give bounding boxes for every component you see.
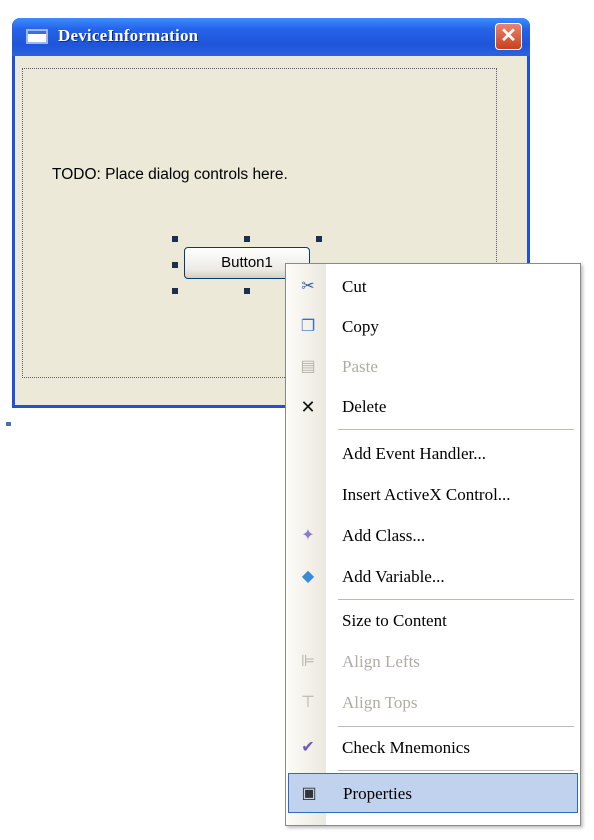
menu-separator [338,770,574,771]
align-tops-icon: ⊤ [301,694,315,711]
properties-icon: ▣ [301,785,317,802]
menu-item-label: Properties [343,784,412,803]
resize-handle-nw[interactable] [172,236,178,242]
menu-item-label: Insert ActiveX Control... [342,485,511,504]
menu-item-label: Copy [342,317,379,336]
check-mnemonics-icon: ✔ [301,739,315,756]
resize-handle-ne[interactable] [316,236,322,242]
align-lefts-icon: ⊫ [301,653,315,670]
menu-separator [338,726,574,727]
resize-handle-s[interactable] [244,288,250,294]
paste-icon: ▤ [300,358,316,375]
menu-item-add-event-handler[interactable]: Add Event Handler... [288,434,578,474]
menu-item-properties[interactable]: ▣ Properties [288,773,578,813]
copy-icon: ❐ [300,318,316,335]
window-title: DeviceInformation [58,26,199,45]
add-variable-icon: ◆ [301,568,315,585]
resize-handle-n[interactable] [244,236,250,242]
window-icon [26,29,48,44]
resize-handle-sw[interactable] [172,288,178,294]
menu-item-label: Align Lefts [342,652,420,671]
menu-item-label: Add Variable... [342,567,445,586]
guide-marker [6,422,11,426]
todo-label: TODO: Place dialog controls here. [52,166,288,183]
menu-item-size-to-content[interactable]: Size to Content [288,601,578,641]
menu-item-align-lefts: ⊫ Align Lefts [288,642,578,682]
menu-item-label: Size to Content [342,611,447,630]
scissors-icon: ✂ [301,278,315,295]
add-class-icon: ✦ [301,527,315,544]
menu-item-label: Check Mnemonics [342,738,470,757]
menu-item-add-variable[interactable]: ◆ Add Variable... [288,557,578,597]
delete-icon: ✕ [300,397,316,417]
menu-item-label: Align Tops [342,693,418,712]
menu-item-paste: ▤ Paste [288,347,578,387]
close-button[interactable]: ✕ [495,23,522,50]
menu-item-cut[interactable]: ✂ Cut [288,267,578,307]
menu-item-align-tops: ⊤ Align Tops [288,683,578,723]
menu-item-label: Cut [342,277,367,296]
menu-item-label: Add Class... [342,526,426,545]
menu-item-delete[interactable]: ✕ Delete [288,387,578,427]
menu-separator [338,429,574,430]
menu-item-add-class[interactable]: ✦ Add Class... [288,516,578,556]
resize-handle-w[interactable] [172,262,178,268]
menu-item-copy[interactable]: ❐ Copy [288,307,578,347]
context-menu: ✂ Cut ❐ Copy ▤ Paste ✕ Delete Add Event … [285,263,581,826]
title-bar[interactable]: DeviceInformation ✕ [12,18,530,56]
menu-item-label: Add Event Handler... [342,444,486,463]
menu-item-label: Delete [342,397,387,416]
menu-item-insert-activex[interactable]: Insert ActiveX Control... [288,475,578,515]
menu-item-check-mnemonics[interactable]: ✔ Check Mnemonics [288,728,578,768]
menu-separator [338,599,574,600]
menu-item-label: Paste [342,357,378,376]
